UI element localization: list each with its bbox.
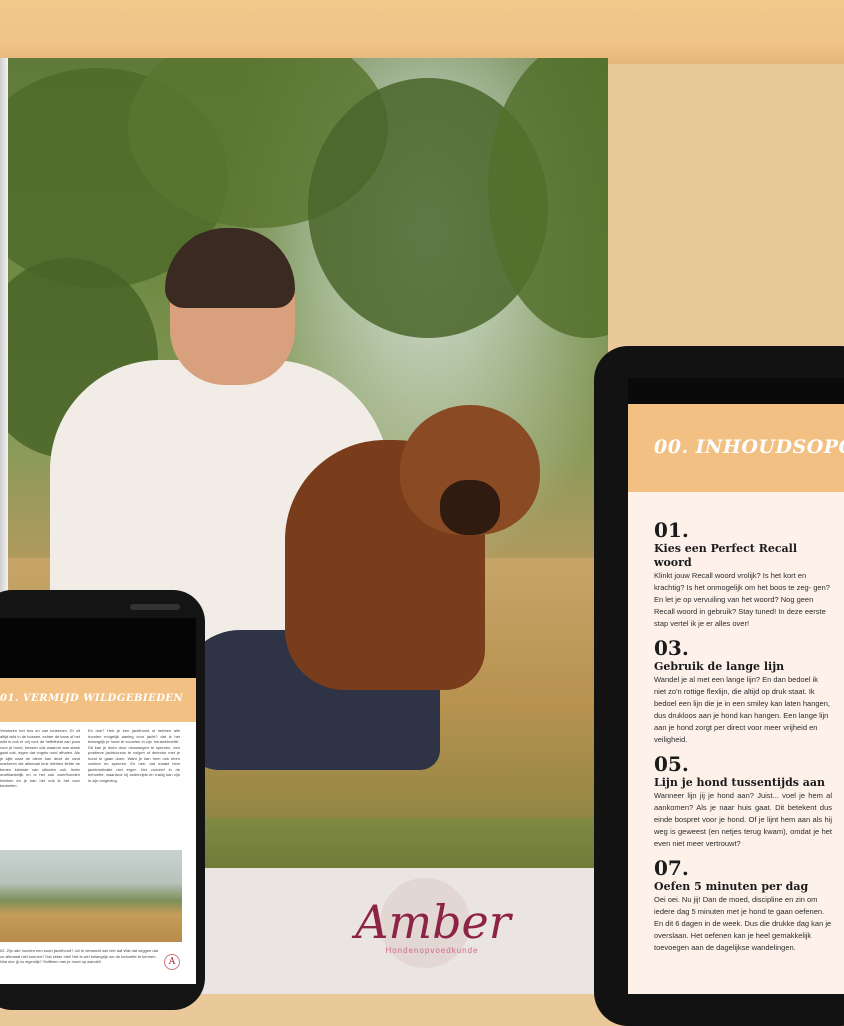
toc-item-body: Wanneer lijn jij je hond aan? Juist... v… [654,791,832,848]
toc-item: 05. Lijn je hond tussentijds aan Wanneer… [654,752,832,850]
person-hair-bun [185,232,235,272]
toc-title: 00. INHOUDSOPGAVE [654,436,844,458]
toc-item-body: Wandel je al met een lange lijn? En dan … [654,675,830,744]
table-of-contents: 01. Kies een Perfect Recall woord Klinkt… [654,512,832,954]
toc-item: 01. Kies een Perfect Recall woord Klinkt… [654,518,832,630]
phone-status-area [0,618,196,678]
toc-item: 03. Gebruik de lange lijn Wandel je al m… [654,636,832,746]
phone-footer-text: 02. Zijn alle honden een soort jachthond… [0,948,158,964]
phone-brand-badge: A [164,954,180,970]
toc-item-number: 01. [654,518,689,542]
toc-item-title: Kies een Perfect Recall woord [654,542,798,569]
toc-item-body: Oei oei. Nu jij! Dan de moed, discipline… [654,895,832,952]
toc-item-body: Klinkt jouw Recall woord vrolijk? Is het… [654,571,830,628]
tablet-screen: 00. INHOUDSOPGAVE 01. Kies een Perfect R… [628,378,844,994]
toc-item: 07. Oefen 5 minuten per dag Oei oei. Nu … [654,856,832,954]
toc-item-title: Lijn je hond tussentijds aan [654,776,826,789]
dog-snout [440,480,500,535]
phone-photo [0,850,182,942]
toc-item-number: 07. [654,856,689,880]
phone-speaker [130,604,180,610]
toc-item-title: Oefen 5 minuten per dag [654,880,809,893]
phone-text-col-left: Verstoren het bos en van leukerom. Er zi… [0,728,80,788]
toc-item-title: Gebruik de lange lijn [654,660,785,673]
toc-item-number: 03. [654,636,689,660]
phone-text-col-right: En doe? Heb je een jachthond of hebben a… [88,728,180,783]
phone-page-title: 01. VERMIJD WILDGEBIEDEN [0,693,184,704]
book-top-band [0,0,844,64]
phone-screen: 01. VERMIJD WILDGEBIEDEN Verstoren het b… [0,618,196,984]
brand-subtitle: Hondenopvoedkunde [385,946,479,955]
toc-item-number: 05. [654,752,689,776]
tablet-top-bezel [628,378,844,404]
brand-name: Amber [355,895,511,949]
